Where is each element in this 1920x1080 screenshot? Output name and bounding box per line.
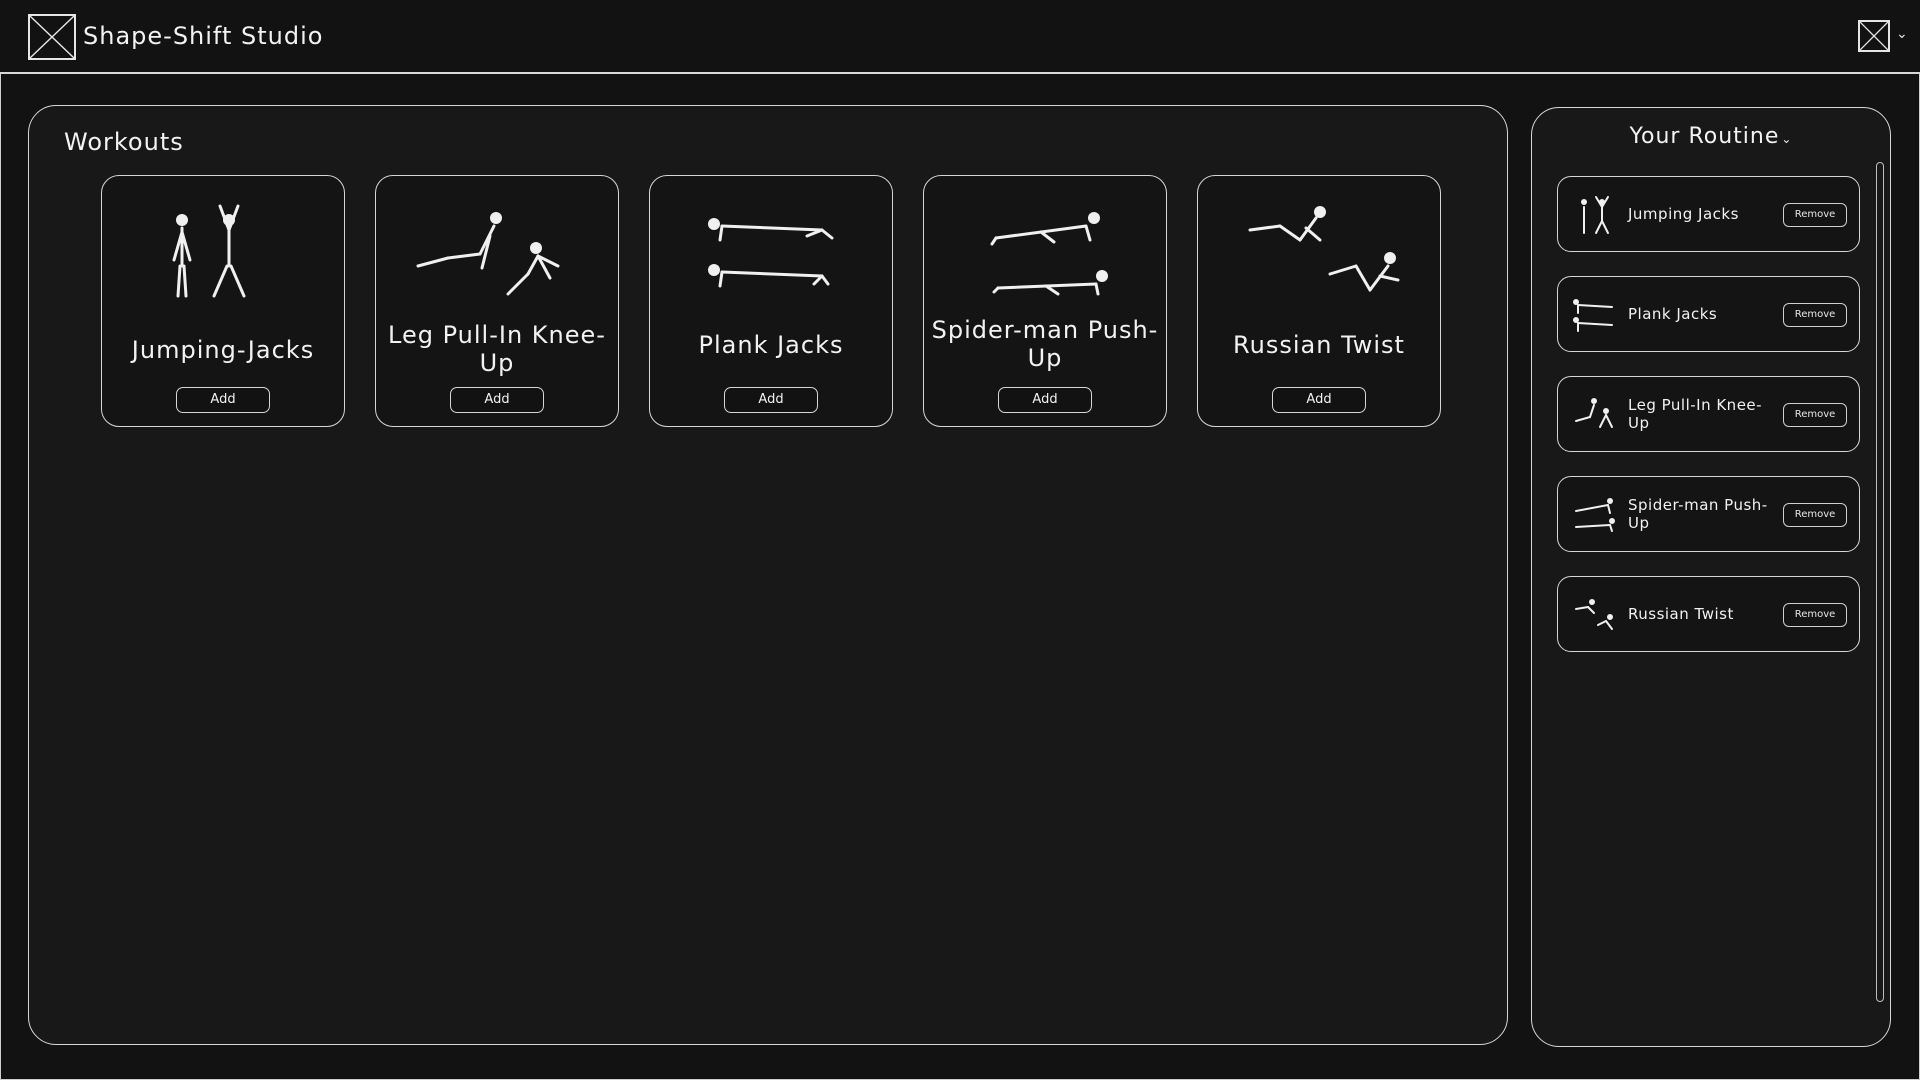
- routine-item-leg-pull-in: Leg Pull-In Knee-Up Remove: [1557, 376, 1860, 452]
- russian-twist-illustration: [1220, 196, 1420, 306]
- routine-item-jumping-jacks: Jumping Jacks Remove: [1557, 176, 1860, 252]
- workout-name: Jumping-Jacks: [131, 336, 315, 364]
- routine-item-russian-twist: Russian Twist Remove: [1557, 576, 1860, 652]
- routine-item-name: Russian Twist: [1628, 605, 1734, 623]
- routine-item-plank-jacks: Plank Jacks Remove: [1557, 276, 1860, 352]
- remove-button[interactable]: Remove: [1783, 203, 1847, 227]
- add-button[interactable]: Add: [1272, 387, 1366, 413]
- routine-item-name: Leg Pull-In Knee-Up: [1628, 396, 1763, 432]
- routine-item-spiderman-pushup: Spider-man Push-Up Remove: [1557, 476, 1860, 552]
- workout-card-russian-twist: Russian Twist Add: [1197, 175, 1441, 427]
- add-button[interactable]: Add: [724, 387, 818, 413]
- plank-jacks-illustration: [672, 196, 872, 306]
- workout-card-leg-pull-in: Leg Pull-In Knee-Up Add: [375, 175, 619, 427]
- remove-button[interactable]: Remove: [1783, 303, 1847, 327]
- leg-pull-in-thumbnail-icon: [1572, 393, 1616, 437]
- workouts-title: Workouts: [64, 128, 184, 156]
- workout-card-plank-jacks: Plank Jacks Add: [649, 175, 893, 427]
- jumping-jacks-thumbnail-icon: [1572, 193, 1616, 237]
- add-button[interactable]: Add: [176, 387, 270, 413]
- routine-panel: Your Routine ⌄ Jumping Jacks Remove Plan…: [1531, 107, 1891, 1047]
- chevron-down-icon: ⌄: [1781, 132, 1793, 146]
- spiderman-pushup-thumbnail-icon: [1572, 493, 1616, 537]
- workout-name: Spider-man Push-Up: [931, 316, 1159, 372]
- routine-title-label: Your Routine: [1629, 124, 1780, 149]
- jumping-jacks-illustration: [124, 196, 324, 306]
- remove-button[interactable]: Remove: [1783, 403, 1847, 427]
- add-button[interactable]: Add: [998, 387, 1092, 413]
- russian-twist-thumbnail-icon: [1572, 593, 1616, 637]
- workouts-panel: Workouts Jumping-Jacks Add Leg Pull-In K…: [28, 105, 1508, 1045]
- routine-item-name: Plank Jacks: [1628, 305, 1718, 323]
- routine-item-name: Spider-man Push-Up: [1628, 496, 1768, 532]
- workout-name: Russian Twist: [1233, 331, 1405, 359]
- workout-name: Plank Jacks: [698, 331, 844, 359]
- workout-card-spiderman-pushup: Spider-man Push-Up Add: [923, 175, 1167, 427]
- chevron-down-icon[interactable]: ⌄: [1896, 26, 1908, 42]
- logo-placeholder-icon[interactable]: [28, 14, 76, 60]
- routine-title[interactable]: Your Routine ⌄: [1532, 124, 1890, 149]
- top-bar: Shape-Shift Studio ⌄: [0, 0, 1920, 74]
- routine-scrollbar[interactable]: [1876, 162, 1884, 1002]
- leg-pull-in-illustration: [398, 196, 598, 306]
- plank-jacks-thumbnail-icon: [1572, 293, 1616, 337]
- spiderman-pushup-illustration: [946, 196, 1146, 306]
- remove-button[interactable]: Remove: [1783, 503, 1847, 527]
- remove-button[interactable]: Remove: [1783, 603, 1847, 627]
- add-button[interactable]: Add: [450, 387, 544, 413]
- app-title: Shape-Shift Studio: [83, 22, 324, 50]
- workout-name: Leg Pull-In Knee-Up: [388, 321, 606, 377]
- user-avatar-placeholder-icon[interactable]: [1858, 20, 1890, 52]
- workout-card-jumping-jacks: Jumping-Jacks Add: [101, 175, 345, 427]
- routine-item-name: Jumping Jacks: [1628, 205, 1739, 223]
